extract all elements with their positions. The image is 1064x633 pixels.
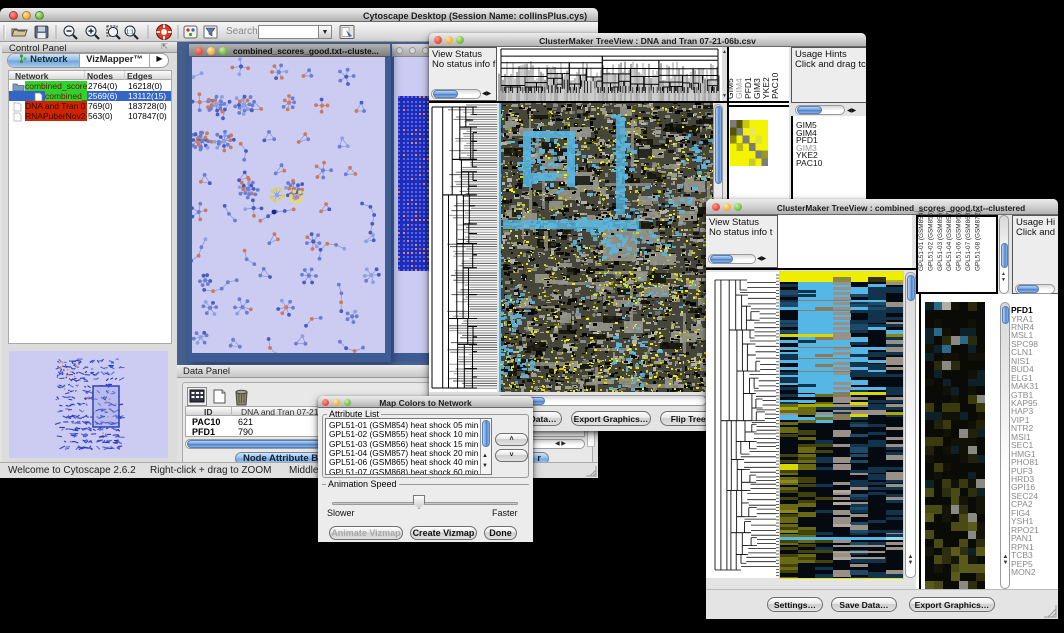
svg-text:1:1: 1:1	[126, 30, 134, 36]
